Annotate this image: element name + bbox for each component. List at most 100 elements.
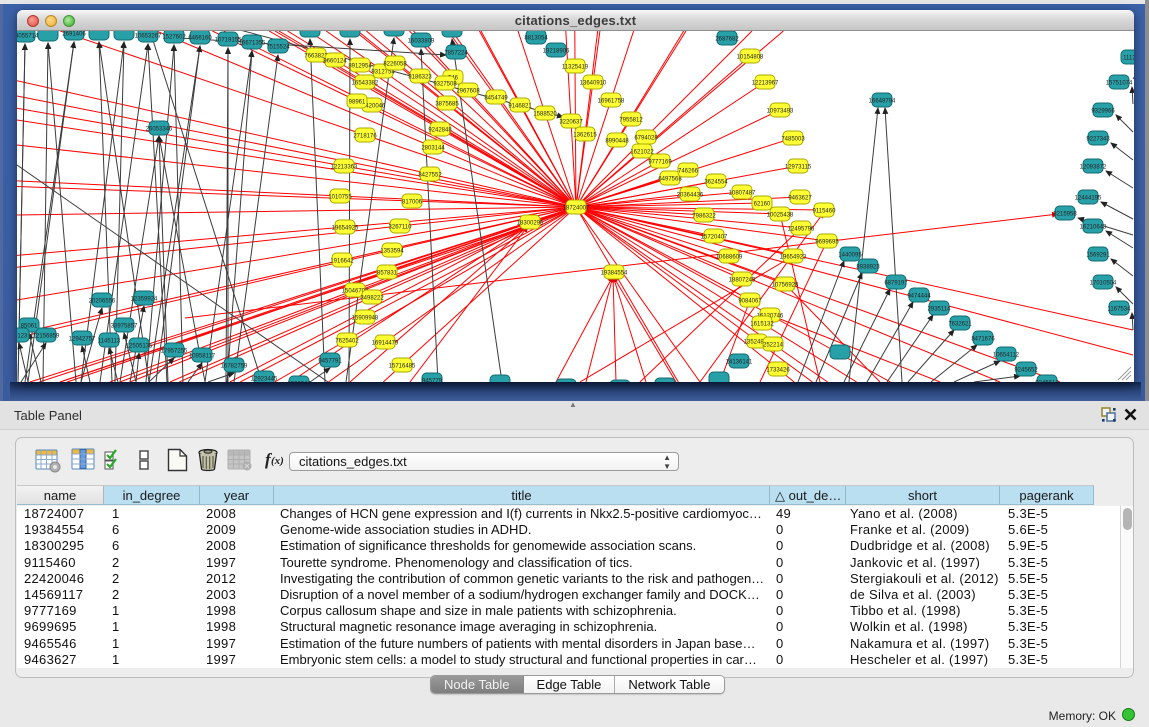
svg-text:3220637: 3220637	[559, 120, 583, 126]
svg-text:19218906: 19218906	[543, 49, 570, 55]
svg-text:9227343: 9227343	[1086, 137, 1110, 143]
svg-text:9474444: 9474444	[907, 294, 931, 300]
svg-text:8454749: 8454749	[484, 96, 508, 102]
svg-text:1527602: 1527602	[162, 35, 186, 41]
svg-text:8938923: 8938923	[856, 265, 880, 271]
svg-text:9115460: 9115460	[813, 209, 837, 215]
svg-text:8813054: 8813054	[524, 36, 548, 42]
svg-text:10654112: 10654112	[993, 353, 1020, 359]
svg-text:7857224: 7857224	[444, 51, 468, 57]
svg-text:1733426: 1733426	[766, 368, 790, 374]
svg-text:16210643: 16210643	[1080, 225, 1107, 231]
svg-text:12213363: 12213363	[331, 165, 358, 171]
svg-text:2803144: 2803144	[421, 146, 445, 152]
svg-text:7632621: 7632621	[948, 322, 972, 328]
svg-text:15909948: 15909948	[352, 316, 379, 322]
svg-text:26053346: 26053346	[146, 127, 173, 133]
svg-text:12973115: 12973115	[785, 165, 812, 171]
svg-text:2935114: 2935114	[928, 307, 952, 313]
svg-text:8471676: 8471676	[971, 337, 995, 343]
svg-text:7986322: 7986322	[692, 214, 716, 220]
svg-text:19654925: 19654925	[332, 226, 359, 232]
svg-text:3498222: 3498222	[360, 296, 384, 302]
svg-text:16671355: 16671355	[239, 41, 266, 47]
svg-text:6879197: 6879197	[884, 281, 908, 287]
svg-text:16914479: 16914479	[372, 341, 399, 347]
svg-text:39123: 39123	[17, 334, 28, 340]
svg-text:3215958: 3215958	[1053, 212, 1077, 218]
svg-text:6497568: 6497568	[658, 177, 682, 183]
svg-text:10807487: 10807487	[729, 191, 756, 197]
svg-text:746266: 746266	[678, 169, 699, 175]
svg-text:8912954: 8912954	[348, 64, 372, 70]
svg-text:7515524: 7515524	[266, 45, 290, 51]
svg-text:15720407: 15720407	[701, 235, 728, 241]
svg-text:10973493: 10973493	[767, 109, 794, 115]
svg-text:8226058: 8226058	[383, 62, 407, 68]
svg-text:817006: 817006	[402, 200, 423, 206]
svg-text:3624554: 3624554	[704, 180, 728, 186]
svg-text:945779: 945779	[422, 379, 443, 383]
svg-text:12505135: 12505135	[126, 344, 153, 350]
svg-text:10653267: 10653267	[135, 34, 162, 40]
svg-text:10025438: 10025438	[767, 213, 794, 219]
svg-text:9457791: 9457791	[318, 359, 342, 365]
svg-text:1145113: 1145113	[98, 339, 121, 345]
svg-text:2687682: 2687682	[715, 37, 739, 43]
svg-text:9146821: 9146821	[508, 104, 532, 110]
svg-text:252214: 252214	[763, 343, 784, 349]
svg-text:1010755: 1010755	[328, 195, 352, 201]
svg-text:1916642: 1916642	[330, 259, 354, 265]
svg-text:16961758: 16961758	[598, 99, 625, 105]
svg-text:10688609: 10688609	[716, 255, 743, 261]
svg-text:17010504: 17010504	[1090, 281, 1117, 287]
svg-text:1353594: 1353594	[380, 249, 404, 255]
svg-text:16543382: 16543382	[352, 81, 379, 87]
svg-text:10958117: 10958117	[189, 354, 216, 360]
svg-text:9245652: 9245652	[1014, 368, 1038, 374]
svg-text:7625402: 7625402	[335, 339, 359, 345]
svg-text:1362615: 1362615	[573, 133, 597, 139]
svg-text:2967608: 2967608	[456, 89, 480, 95]
svg-text:9699695: 9699695	[815, 240, 839, 246]
svg-text:18724007: 18724007	[563, 206, 590, 212]
svg-text:1292344: 1292344	[287, 382, 311, 383]
svg-text:12444195: 12444195	[1075, 196, 1102, 202]
svg-text:9327508: 9327508	[433, 82, 457, 88]
svg-text:12093872: 12093872	[1080, 165, 1107, 171]
svg-text:16033809: 16033809	[408, 39, 435, 45]
svg-text:13640910: 13640910	[580, 81, 607, 87]
svg-text:17957255: 17957255	[161, 349, 188, 355]
svg-text:9242848: 9242848	[428, 128, 452, 134]
svg-text:62160: 62160	[754, 202, 771, 208]
svg-text:3875685: 3875685	[435, 102, 459, 108]
svg-text:9245612: 9245612	[1035, 381, 1059, 383]
svg-text:19384554: 19384554	[601, 271, 628, 277]
svg-text:24055714: 24055714	[17, 34, 39, 40]
svg-text:7485003: 7485003	[781, 137, 805, 143]
svg-text:16648794: 16648794	[869, 99, 896, 105]
svg-text:20364436: 20364436	[677, 193, 704, 199]
svg-text:18807249: 18807249	[729, 278, 756, 284]
svg-text:6466160: 6466160	[188, 36, 212, 42]
svg-text:6794028: 6794028	[634, 136, 658, 142]
svg-text:9084067: 9084067	[738, 299, 762, 305]
svg-text:12359924: 12359924	[131, 297, 158, 303]
svg-text:9777169: 9777169	[648, 160, 672, 166]
svg-text:98961: 98961	[349, 100, 366, 106]
svg-text:12495796: 12495796	[788, 227, 815, 233]
svg-text:7955812: 7955812	[619, 118, 643, 124]
svg-text:2718176: 2718176	[353, 134, 377, 140]
svg-text:1621022: 1621022	[630, 150, 654, 156]
svg-text:857831: 857831	[377, 271, 398, 277]
svg-text:20206556: 20206556	[89, 299, 116, 305]
svg-text:9463627: 9463627	[788, 196, 812, 202]
svg-text:9660124: 9660124	[323, 59, 347, 65]
svg-text:10756928: 10756928	[772, 283, 799, 289]
svg-text:14136141: 14136141	[726, 360, 753, 366]
svg-text:12942757: 12942757	[69, 337, 96, 343]
svg-text:12156859: 12156859	[33, 334, 60, 340]
svg-text:15751074: 15751074	[1106, 81, 1133, 87]
svg-text:18300295: 18300295	[517, 221, 544, 227]
svg-text:33975857: 33975857	[111, 324, 138, 330]
